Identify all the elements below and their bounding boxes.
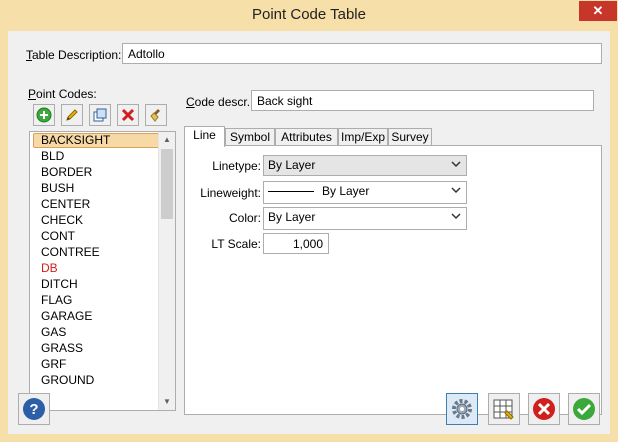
line-sample (268, 191, 314, 193)
tab-symbol[interactable]: Symbol (225, 128, 275, 146)
add-icon (36, 107, 52, 123)
table-button[interactable] (488, 393, 520, 425)
chevron-down-icon (451, 187, 461, 194)
list-item[interactable]: CENTER (30, 196, 175, 212)
list-item[interactable]: GAS (30, 324, 175, 340)
tab-survey[interactable]: Survey (388, 128, 432, 146)
svg-text:?: ? (29, 401, 38, 418)
cancel-icon (533, 398, 555, 420)
delete-icon (121, 108, 135, 122)
list-item[interactable]: DITCH (30, 276, 175, 292)
settings-button[interactable] (446, 393, 478, 425)
color-value: By Layer (268, 210, 316, 224)
chevron-down-icon (451, 161, 461, 168)
help-button[interactable]: ? (18, 393, 50, 425)
list-item[interactable]: FLAG (30, 292, 175, 308)
list-item[interactable]: DB (30, 260, 175, 276)
ok-button[interactable] (568, 393, 600, 425)
lineweight-value: By Layer (322, 184, 370, 198)
dialog-body: Table Description: Adtollo Point Codes: … (8, 31, 610, 434)
ok-icon (573, 398, 595, 420)
tab-attributes[interactable]: Attributes (275, 128, 338, 146)
list-item[interactable]: GRASS (30, 340, 175, 356)
color-label: Color: (228, 211, 261, 225)
help-icon: ? (23, 398, 45, 420)
tab-line[interactable]: Line (184, 126, 225, 147)
list-item[interactable]: BUSH (30, 180, 175, 196)
list-item[interactable]: CHECK (30, 212, 175, 228)
edit-icon (66, 109, 78, 121)
lt-scale-input[interactable]: 1,000 (263, 233, 329, 254)
list-item[interactable]: BACKSIGHT (33, 133, 172, 148)
line-tab-panel: Linetype: By Layer Lineweight: By Layer … (184, 145, 602, 415)
list-item[interactable]: GRF (30, 356, 175, 372)
cancel-button[interactable] (528, 393, 560, 425)
linetype-value: By Layer (268, 158, 316, 172)
lineweight-select[interactable]: By Layer (263, 181, 467, 204)
copy-icon (93, 108, 107, 122)
lt-scale-label: LT Scale: (211, 237, 261, 251)
lineweight-label: Lineweight: (200, 186, 261, 200)
title-bar: Point Code Table ✕ (0, 0, 618, 31)
table-description-input[interactable]: Adtollo (122, 43, 602, 64)
edit-button[interactable] (61, 104, 83, 126)
clean-button[interactable] (145, 104, 167, 126)
list-scrollbar[interactable]: ▲ ▼ (158, 132, 175, 410)
scroll-up-icon[interactable]: ▲ (159, 132, 175, 148)
table-icon (493, 399, 514, 420)
close-button[interactable]: ✕ (579, 1, 617, 21)
list-item[interactable]: BLD (30, 148, 175, 164)
scroll-thumb[interactable] (161, 149, 173, 219)
list-item[interactable]: GROUND (30, 372, 175, 388)
point-codes-list[interactable]: BACKSIGHT BLD BORDER BUSH CENTER CHECK CONT CON… (29, 131, 176, 411)
delete-button[interactable] (117, 104, 139, 126)
window-title: Point Code Table (252, 6, 366, 23)
list-item[interactable]: CONT (30, 228, 175, 244)
chevron-down-icon (451, 213, 461, 220)
point-codes-label: Point Codes: (28, 87, 97, 101)
list-item[interactable]: BORDER (30, 164, 175, 180)
scroll-down-icon[interactable]: ▼ (159, 394, 175, 410)
table-description-label: Table Description: (26, 48, 122, 62)
list-item[interactable]: GARAGE (30, 308, 175, 324)
list-item[interactable]: CONTREE (30, 244, 175, 260)
code-descr-input[interactable]: Back sight (251, 90, 594, 111)
clean-icon (150, 109, 160, 122)
copy-button[interactable] (89, 104, 111, 126)
add-button[interactable] (33, 104, 55, 126)
color-select[interactable]: By Layer (263, 207, 467, 230)
linetype-label: Linetype: (212, 159, 261, 173)
code-descr-label: Code descr.: (186, 95, 254, 109)
tab-imp-exp[interactable]: Imp/Exp (338, 128, 388, 146)
settings-icon (452, 399, 472, 419)
linetype-select[interactable]: By Layer (263, 155, 467, 176)
